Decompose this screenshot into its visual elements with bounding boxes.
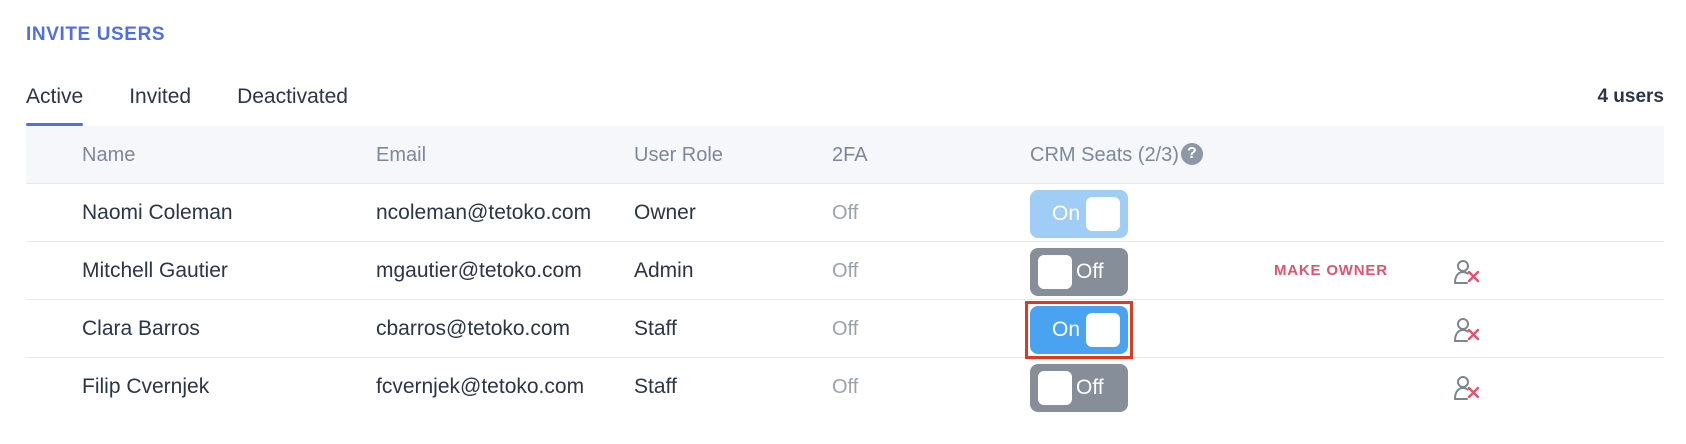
- user-name: Clara Barros: [82, 317, 200, 340]
- toggle-knob: [1038, 255, 1072, 289]
- header-user-role: User Role: [634, 144, 723, 166]
- user-2fa-status: Off: [832, 318, 859, 340]
- user-email: cbarros@tetoko.com: [376, 317, 571, 340]
- toggle-label: On: [1052, 318, 1081, 341]
- user-name: Mitchell Gautier: [82, 259, 228, 282]
- table-row: Clara Barros cbarros@tetoko.com Staff Of…: [26, 300, 1664, 359]
- toggle-label: Off: [1076, 376, 1104, 399]
- crm-seat-toggle[interactable]: On: [1030, 306, 1128, 354]
- tab-active[interactable]: Active: [26, 80, 84, 126]
- question-circle-icon[interactable]: ?: [1180, 142, 1203, 165]
- tab-deactivated[interactable]: Deactivated: [237, 80, 348, 126]
- user-remove-icon[interactable]: [1452, 315, 1482, 345]
- make-owner-button[interactable]: MAKE OWNER: [1274, 242, 1388, 300]
- toggle-label: On: [1052, 202, 1081, 225]
- user-role: Owner: [634, 201, 696, 224]
- header-2fa: 2FA: [832, 144, 868, 166]
- toggle-knob: [1086, 313, 1120, 347]
- users-table: Name Email User Role 2FA CRM Seats (2/3)…: [26, 126, 1664, 416]
- user-email: fcvernjek@tetoko.com: [376, 375, 585, 398]
- toggle-knob: [1038, 371, 1072, 405]
- crm-seats-label: CRM Seats (2/3): [1030, 144, 1179, 166]
- header-name: Name: [82, 144, 136, 166]
- tab-invited[interactable]: Invited: [129, 80, 191, 126]
- crm-seat-toggle: On: [1030, 190, 1128, 238]
- user-role: Staff: [634, 375, 677, 398]
- user-email: mgautier@tetoko.com: [376, 259, 582, 282]
- header-crm-seats: CRM Seats (2/3)?: [1030, 126, 1203, 184]
- user-role: Admin: [634, 259, 694, 282]
- toggle-knob: [1086, 197, 1120, 231]
- table-row: Mitchell Gautier mgautier@tetoko.com Adm…: [26, 242, 1664, 300]
- user-remove-icon[interactable]: [1452, 373, 1482, 403]
- table-header: Name Email User Role 2FA CRM Seats (2/3)…: [26, 126, 1664, 184]
- table-row: Naomi Coleman ncoleman@tetoko.com Owner …: [26, 184, 1664, 242]
- user-name: Filip Cvernjek: [82, 375, 210, 398]
- user-2fa-status: Off: [832, 376, 859, 398]
- user-email: ncoleman@tetoko.com: [376, 201, 592, 224]
- user-role: Staff: [634, 317, 677, 340]
- user-status-tabs: Active Invited Deactivated: [26, 80, 394, 126]
- section-title: INVITE USERS: [26, 24, 166, 45]
- user-remove-icon[interactable]: [1452, 257, 1482, 287]
- user-count: 4 users: [1597, 86, 1664, 107]
- table-row: Filip Cvernjek fcvernjek@tetoko.com Staf…: [26, 358, 1664, 416]
- user-2fa-status: Off: [832, 202, 859, 224]
- user-2fa-status: Off: [832, 260, 859, 282]
- crm-seat-toggle[interactable]: Off: [1030, 248, 1128, 296]
- crm-seat-toggle[interactable]: Off: [1030, 364, 1128, 412]
- user-name: Naomi Coleman: [82, 201, 233, 224]
- invite-users-page: INVITE USERS Active Invited Deactivated …: [0, 0, 1686, 444]
- header-email: Email: [376, 144, 427, 166]
- toggle-label: Off: [1076, 260, 1104, 283]
